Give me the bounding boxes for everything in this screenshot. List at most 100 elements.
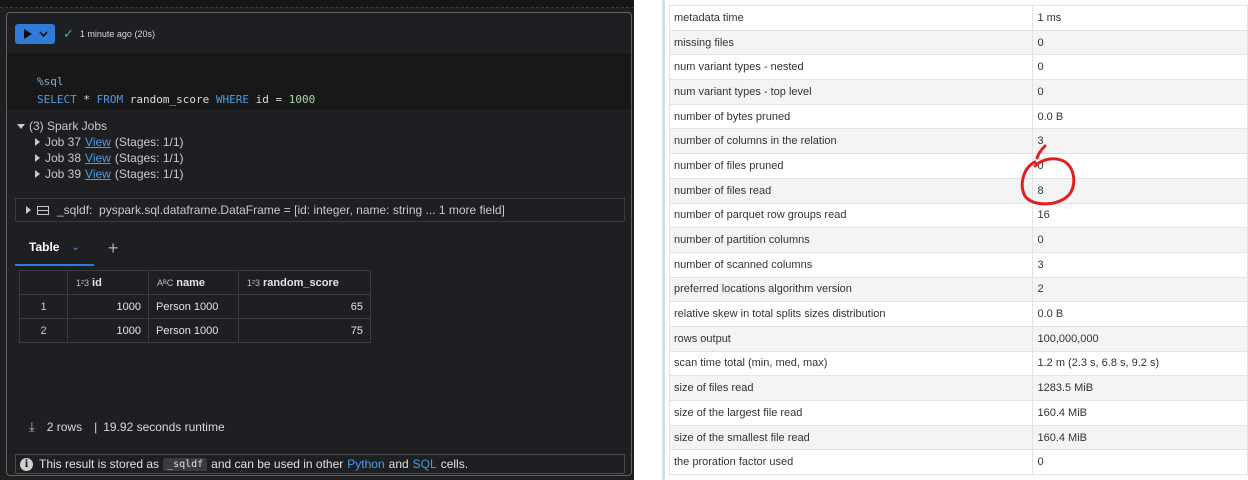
chevron-down-icon[interactable]: ⌄	[71, 242, 79, 253]
info-icon: i	[20, 457, 33, 471]
row-index: 2	[19, 318, 68, 343]
table-icon	[37, 205, 49, 215]
table-row: number of files read 8	[668, 177, 1248, 204]
metric-name: size of files read	[668, 375, 1034, 401]
spark-jobs-toggle[interactable]: (3) Spark Jobs	[17, 118, 184, 134]
job-stages: (Stages: 1/1)	[114, 151, 184, 165]
metric-value: 1.2 m (2.3 s, 6.8 s, 9.2 s)	[1032, 350, 1248, 377]
table-row: number of bytes pruned 0.0 B	[668, 103, 1248, 130]
info-text-post: cells.	[440, 457, 469, 471]
caret-right-icon	[35, 138, 40, 146]
table-row: scan time total (min, med, max) 1.2 m (2.…	[668, 350, 1248, 377]
metric-value: 100,000,000	[1032, 325, 1248, 352]
run-cell-button[interactable]	[15, 24, 55, 44]
cell-run-bar: ✓ 1 minute ago (20s)	[15, 23, 155, 45]
add-tab-button[interactable]: +	[108, 238, 119, 259]
table-row: num variant types - nested 0	[668, 54, 1248, 81]
info-text-pre: This result is stored as	[39, 457, 160, 471]
cell-id[interactable]: 1000	[67, 318, 149, 343]
job-stages: (Stages: 1/1)	[114, 167, 184, 181]
metric-name: size of the smallest file read	[668, 424, 1034, 451]
notebook-panel: ✓ 1 minute ago (20s) %sql SELECT * FROM …	[0, 0, 634, 480]
metric-name: num variant types - top level	[668, 79, 1034, 105]
metrics-body: metadata time 1 ms missing files 0 num varia…	[668, 5, 1248, 476]
table-row[interactable]: 2 1000 Person 1000 75	[19, 318, 371, 343]
tab-table[interactable]: Table ⌄	[15, 230, 94, 266]
cell-random-score[interactable]: 65	[238, 294, 371, 319]
metric-value: 3	[1032, 251, 1248, 278]
cell-name[interactable]: Person 1000	[148, 294, 239, 319]
download-icon[interactable]: ⤓	[29, 419, 35, 435]
table-row: size of the largest file read 160.4 MiB	[668, 400, 1248, 426]
result-header-row: 1²3 id AᴮC name 1²3 random_score	[19, 270, 371, 295]
caret-right-icon	[35, 170, 40, 178]
metric-name: number of scanned columns	[668, 251, 1034, 278]
job-view-link[interactable]: View	[85, 135, 111, 149]
table-row: number of parquet row groups read 16	[668, 202, 1248, 229]
metric-name: metadata time	[668, 5, 1034, 31]
metric-name: number of bytes pruned	[668, 103, 1034, 130]
spark-jobs: (3) Spark Jobs Job 37 View (Stages: 1/1)…	[17, 118, 184, 182]
row-count: 2 rows	[46, 420, 83, 434]
metric-value: 1283.5 MiB	[1032, 375, 1248, 401]
table-row: number of partition columns 0	[668, 227, 1248, 253]
job-row[interactable]: Job 38 View (Stages: 1/1)	[35, 150, 184, 166]
table-row: size of the smallest file read 160.4 MiB	[668, 424, 1248, 451]
table-row: num variant types - top level 0	[668, 79, 1248, 105]
metric-value: 2	[1032, 276, 1248, 303]
cell-random-score[interactable]: 75	[238, 318, 371, 343]
runtime-text: 19.92 seconds runtime	[103, 420, 225, 434]
job-view-link[interactable]: View	[85, 151, 111, 165]
cell-id[interactable]: 1000	[67, 294, 149, 319]
sql-link[interactable]: SQL	[413, 457, 437, 471]
column-header-id[interactable]: 1²3 id	[67, 270, 149, 295]
sqldf-info-bar: i This result is stored as _sqldf and ca…	[15, 454, 625, 474]
job-view-link[interactable]: View	[85, 167, 111, 181]
code-line-2: SELECT * FROM random_score WHERE id = 10…	[37, 91, 631, 109]
play-icon	[23, 29, 32, 39]
run-status-text: 1 minute ago (20s)	[79, 29, 155, 39]
result-table: 1²3 id AᴮC name 1²3 random_score 1 1000 Per…	[19, 270, 371, 343]
metric-value: 0	[1032, 79, 1248, 105]
metric-name: number of parquet row groups read	[668, 202, 1034, 229]
sqldf-code-chip: _sqldf	[163, 457, 208, 471]
code-operator: =	[275, 93, 283, 106]
metric-value: 160.4 MiB	[1032, 424, 1248, 451]
table-row: preferred locations algorithm version 2	[668, 276, 1248, 303]
job-row[interactable]: Job 37 View (Stages: 1/1)	[35, 134, 184, 150]
caret-right-icon	[35, 154, 40, 162]
table-row[interactable]: 1 1000 Person 1000 65	[19, 294, 371, 319]
table-row: metadata time 1 ms	[668, 5, 1248, 31]
metrics-table: metadata time 1 ms missing files 0 num varia…	[668, 5, 1248, 476]
metric-name: missing files	[668, 29, 1034, 56]
code-value: 1000	[288, 93, 316, 106]
table-row: number of columns in the relation 3	[668, 128, 1248, 155]
metric-name: number of partition columns	[668, 227, 1034, 253]
dataframe-label: _sqldf:	[57, 203, 93, 217]
run-status: ✓ 1 minute ago (20s)	[63, 26, 155, 42]
cell-name[interactable]: Person 1000	[148, 318, 239, 343]
previous-cell-edge	[0, 0, 634, 8]
integer-type-icon: 1²3	[247, 277, 261, 288]
python-link[interactable]: Python	[347, 457, 384, 471]
job-row[interactable]: Job 39 View (Stages: 1/1)	[35, 166, 184, 182]
code-line-1: %sql	[37, 73, 631, 91]
job-stages: (Stages: 1/1)	[114, 135, 184, 149]
metric-value: 0	[1032, 29, 1248, 56]
footer-separator: |	[94, 420, 98, 434]
job-name: Job 37	[45, 135, 82, 149]
code-table: random_score	[129, 93, 210, 106]
metric-name: number of columns in the relation	[668, 128, 1034, 155]
column-header-name[interactable]: AᴮC name	[148, 270, 239, 295]
code-editor[interactable]: %sql SELECT * FROM random_score WHERE id…	[7, 53, 631, 109]
code-star: *	[83, 93, 90, 106]
metric-name: num variant types - nested	[668, 54, 1034, 81]
metric-value: 1 ms	[1032, 5, 1248, 31]
chevron-down-icon[interactable]	[38, 31, 48, 37]
column-header-random-score[interactable]: 1²3 random_score	[238, 270, 371, 295]
notebook-cell[interactable]: ✓ 1 minute ago (20s) %sql SELECT * FROM …	[6, 12, 632, 476]
metric-name: size of the largest file read	[668, 400, 1034, 426]
metric-value: 0	[1032, 54, 1248, 81]
dataframe-type: pyspark.sql.dataframe.DataFrame = [id: i…	[99, 203, 505, 217]
dataframe-schema-toggle[interactable]: _sqldf: pyspark.sql.dataframe.DataFrame …	[15, 198, 625, 222]
